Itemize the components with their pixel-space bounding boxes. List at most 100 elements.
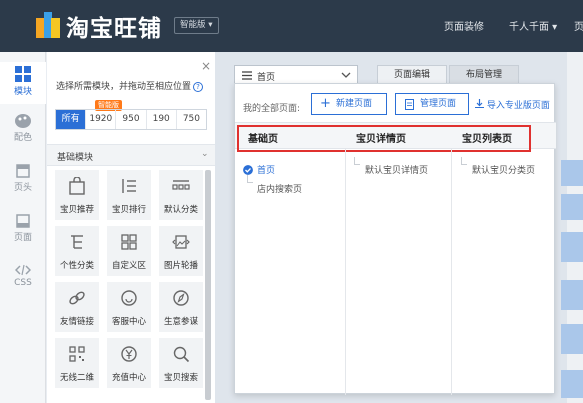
page-select[interactable]: 首页 bbox=[234, 65, 358, 85]
tab-page-edit[interactable]: 页面编辑 bbox=[377, 65, 448, 85]
tile-label: 宝贝搜索 bbox=[163, 373, 198, 383]
plus-icon: + bbox=[320, 96, 331, 111]
layout-block[interactable] bbox=[561, 324, 583, 354]
help-icon[interactable]: ? bbox=[193, 82, 204, 92]
yuan-icon bbox=[121, 346, 137, 362]
panel-hint-text: 选择所需模块，并拖动至相应位置 bbox=[56, 82, 192, 92]
nav-more[interactable]: 页 bbox=[574, 18, 583, 33]
module-tile[interactable]: 客服中心 bbox=[107, 282, 151, 332]
tab-layout-manage[interactable]: 布局管理 bbox=[449, 65, 520, 85]
filter-all[interactable]: 所有 bbox=[56, 110, 87, 129]
pages-dropdown: 我的全部页面: + 新建页面 管理页面 导入专业版页面 基础页 宝贝详情页 宝贝列… bbox=[234, 83, 556, 395]
edition-label: 智能版 bbox=[180, 20, 206, 30]
tile-label: 宝贝推荐 bbox=[59, 205, 94, 215]
page-home[interactable]: 首页 bbox=[257, 163, 275, 176]
compass-icon bbox=[173, 290, 189, 306]
filter-750[interactable]: 750 bbox=[177, 110, 206, 129]
layout-block[interactable] bbox=[561, 232, 583, 262]
nav-colors[interactable]: 配色 bbox=[0, 114, 46, 154]
panel-scrollbar[interactable] bbox=[205, 170, 211, 400]
code-icon bbox=[15, 264, 31, 276]
module-tile[interactable]: 生意参谋 bbox=[159, 282, 203, 332]
nav-page-decoration[interactable]: 页面装修 bbox=[444, 18, 484, 33]
filter-1920[interactable]: 1920 bbox=[86, 110, 117, 129]
chevron-down-icon: ▾ bbox=[208, 20, 213, 30]
header-icon bbox=[16, 164, 30, 178]
nav-css[interactable]: CSS bbox=[0, 264, 46, 304]
store-logo-icon bbox=[36, 12, 60, 38]
nav-pages[interactable]: 页面 bbox=[0, 214, 46, 254]
tile-label: 生意参谋 bbox=[163, 317, 198, 327]
top-bar: 淘宝旺铺 智能版 ▾ 页面装修 千人千面 ▾ 页 bbox=[0, 0, 583, 52]
layout-block[interactable] bbox=[561, 160, 583, 186]
module-tile[interactable]: 宝贝推荐 bbox=[55, 170, 99, 220]
column-divider bbox=[345, 149, 346, 395]
import-pro-label: 导入专业版页面 bbox=[486, 101, 550, 111]
page-default-detail[interactable]: 默认宝贝详情页 bbox=[365, 163, 428, 176]
nav-personalization[interactable]: 千人千面 ▾ bbox=[509, 18, 557, 33]
highlight-box bbox=[237, 125, 531, 152]
image-carousel-icon bbox=[172, 235, 190, 249]
module-tile[interactable]: 默认分类 bbox=[159, 170, 203, 220]
layout-block[interactable] bbox=[561, 194, 583, 220]
grid-icon bbox=[15, 66, 31, 82]
import-pro-link[interactable]: 导入专业版页面 bbox=[475, 98, 550, 111]
service-icon bbox=[121, 290, 137, 306]
tree-connector bbox=[354, 157, 360, 165]
search-icon bbox=[173, 346, 190, 363]
page-select-value: 首页 bbox=[257, 73, 276, 83]
tile-label: 图片轮播 bbox=[163, 261, 198, 271]
page-default-category[interactable]: 默认宝贝分类页 bbox=[472, 163, 535, 176]
nav-css-label: CSS bbox=[14, 278, 32, 288]
column-divider bbox=[451, 149, 452, 395]
document-icon bbox=[405, 99, 414, 110]
check-icon bbox=[243, 165, 253, 175]
width-filter: 所有 1920 950 190 750 bbox=[55, 109, 207, 130]
tile-label: 无线二维 bbox=[59, 373, 94, 383]
nav-modules[interactable]: 模块 bbox=[0, 62, 46, 104]
left-nav: 模块 配色 页头 页面 CSS bbox=[0, 52, 46, 403]
page-store-search[interactable]: 店内搜索页 bbox=[257, 182, 302, 195]
module-tile[interactable]: 宝贝搜索 bbox=[159, 338, 203, 388]
tile-label: 宝贝排行 bbox=[111, 205, 146, 215]
module-panel: × 选择所需模块，并拖动至相应位置? 智能版 所有 1920 950 190 7… bbox=[47, 52, 215, 403]
category-icon bbox=[172, 180, 190, 190]
all-pages-label: 我的全部页面: bbox=[243, 104, 301, 114]
tree-connector bbox=[461, 157, 467, 165]
manage-pages-button[interactable]: 管理页面 bbox=[395, 93, 469, 115]
link-icon bbox=[69, 291, 85, 305]
page-icon bbox=[16, 214, 30, 228]
panel-hint: 选择所需模块，并拖动至相应位置? bbox=[56, 79, 204, 92]
layout-block[interactable] bbox=[561, 280, 583, 310]
basic-modules-section[interactable]: 基础模块 ⌄ bbox=[47, 144, 215, 166]
chevron-down-icon: ⌄ bbox=[201, 149, 209, 159]
qrcode-icon bbox=[69, 346, 85, 362]
tile-label: 个性分类 bbox=[59, 261, 94, 271]
module-tile[interactable]: 图片轮播 bbox=[159, 226, 203, 276]
layout-block[interactable] bbox=[561, 370, 583, 398]
nav-modules-label: 模块 bbox=[13, 87, 32, 97]
close-icon[interactable]: × bbox=[201, 59, 211, 73]
module-tile[interactable]: 宝贝排行 bbox=[107, 170, 151, 220]
manage-pages-label: 管理页面 bbox=[420, 99, 457, 109]
menu-icon bbox=[242, 71, 252, 80]
tile-label: 充值中心 bbox=[111, 373, 146, 383]
section-title: 基础模块 bbox=[57, 153, 94, 163]
new-page-label: 新建页面 bbox=[336, 99, 373, 109]
new-page-button[interactable]: + 新建页面 bbox=[311, 93, 387, 115]
tree-connector bbox=[247, 175, 253, 183]
module-tile[interactable]: 个性分类 bbox=[55, 226, 99, 276]
brand-title: 淘宝旺铺 bbox=[66, 16, 162, 42]
nav-header[interactable]: 页头 bbox=[0, 164, 46, 204]
module-tile[interactable]: 充值中心 bbox=[107, 338, 151, 388]
filter-950[interactable]: 950 bbox=[116, 110, 147, 129]
nav-header-label: 页头 bbox=[13, 183, 32, 193]
filter-190[interactable]: 190 bbox=[147, 110, 177, 129]
bag-icon bbox=[69, 177, 85, 195]
module-tile[interactable]: 自定义区 bbox=[107, 226, 151, 276]
module-tile[interactable]: 友情链接 bbox=[55, 282, 99, 332]
edition-switcher[interactable]: 智能版 ▾ bbox=[174, 17, 219, 34]
module-tile[interactable]: 无线二维 bbox=[55, 338, 99, 388]
nav-colors-label: 配色 bbox=[13, 133, 32, 143]
chevron-down-icon bbox=[341, 72, 351, 78]
